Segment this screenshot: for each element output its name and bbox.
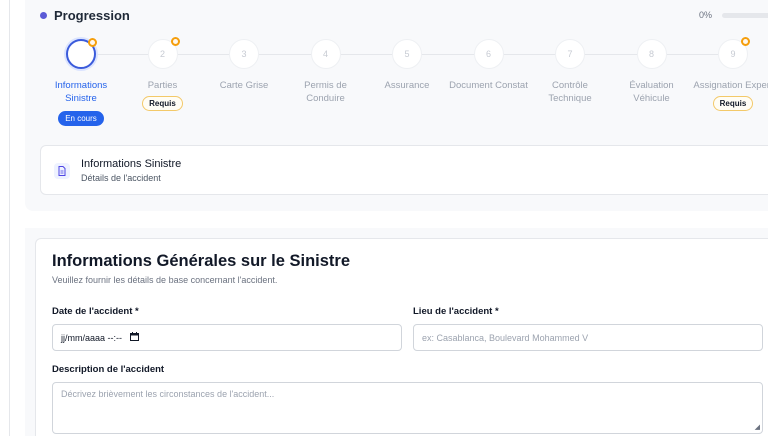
- step-8[interactable]: 8 Évaluation Véhicule: [612, 39, 692, 105]
- step-label: Parties: [147, 80, 178, 91]
- document-icon: [54, 163, 70, 179]
- step-label: Assignation Expert: [693, 80, 768, 91]
- description-textarea[interactable]: Décrivez brièvement les circonstances de…: [52, 382, 763, 434]
- description-label: Description de l'accident: [52, 364, 165, 375]
- step-number: 8: [648, 49, 654, 59]
- step-4[interactable]: 4 Permis de Conduire: [286, 39, 366, 105]
- alert-flag-icon: [88, 38, 97, 47]
- step-label: Carte Grise: [219, 80, 269, 91]
- description-placeholder: Décrivez brièvement les circonstances de…: [61, 389, 275, 399]
- left-sidebar-edge: [0, 0, 10, 436]
- step-7[interactable]: 7 Contrôle Technique: [530, 39, 610, 105]
- step-3[interactable]: 3 Carte Grise: [204, 39, 284, 92]
- step-circle[interactable]: 6: [473, 39, 504, 69]
- step-number: 7: [567, 49, 573, 59]
- step-label: Contrôle Technique: [548, 80, 592, 104]
- step-circle[interactable]: 3: [229, 39, 259, 69]
- step-label: Informations Sinistre: [54, 80, 108, 104]
- current-section-card: Informations Sinistre Détails de l'accid…: [40, 145, 768, 195]
- location-label: Lieu de l'accident *: [413, 306, 499, 317]
- step-6[interactable]: 6 Document Constat: [449, 39, 529, 92]
- alert-flag-icon: [741, 37, 750, 46]
- step-label: Permis de Conduire: [304, 80, 347, 104]
- step-label: Assurance: [384, 80, 430, 91]
- resize-handle-icon[interactable]: ◢: [755, 423, 760, 431]
- step-circle[interactable]: 2: [147, 37, 180, 69]
- progress-percent: 0%: [699, 10, 713, 20]
- step-label: Document Constat: [449, 80, 528, 91]
- form-title: Informations Générales sur le Sinistre: [52, 252, 351, 270]
- step-9[interactable]: 9 Assignation Expert Requis: [693, 37, 768, 111]
- progress-header: Progression: [40, 8, 130, 23]
- date-input[interactable]: jj/mm/aaaa --:--: [52, 324, 402, 351]
- progress-title: Progression: [54, 8, 130, 23]
- step-number: 6: [485, 49, 491, 59]
- location-placeholder: ex: Casablanca, Boulevard Mohammed V: [422, 332, 589, 343]
- calendar-icon[interactable]: [130, 331, 140, 344]
- status-badge: En cours: [58, 111, 104, 126]
- step-circle[interactable]: 8: [636, 39, 667, 69]
- progress-bar: [722, 13, 768, 18]
- step-label: Évaluation Véhicule: [629, 80, 674, 104]
- form-subtitle: Veuillez fournir les détails de base con…: [52, 275, 278, 285]
- step-number: 2: [159, 49, 165, 59]
- step-number: 3: [241, 49, 247, 59]
- step-2[interactable]: 2 Parties Requis: [123, 37, 203, 111]
- date-input-value: jj/mm/aaaa --:--: [61, 332, 123, 343]
- progress-dot-icon: [40, 12, 47, 19]
- step-circle[interactable]: [66, 38, 97, 69]
- date-label: Date de l'accident *: [52, 306, 139, 317]
- step-number: 9: [730, 49, 736, 59]
- step-number: 4: [322, 49, 328, 59]
- step-number: 5: [404, 49, 410, 59]
- required-badge: Requis: [712, 96, 754, 111]
- step-5[interactable]: 5 Assurance: [367, 39, 447, 92]
- step-circle[interactable]: 4: [310, 39, 341, 69]
- step-circle[interactable]: 9: [718, 37, 750, 69]
- alert-flag-icon: [170, 37, 180, 46]
- required-badge: Requis: [142, 96, 183, 111]
- step-circle[interactable]: 5: [392, 39, 422, 69]
- section-subtitle: Détails de l'accident: [81, 173, 161, 183]
- step-1[interactable]: Informations Sinistre En cours: [41, 38, 121, 126]
- step-circle[interactable]: 7: [555, 39, 585, 69]
- section-title: Informations Sinistre: [81, 158, 182, 170]
- location-input[interactable]: ex: Casablanca, Boulevard Mohammed V: [413, 324, 763, 351]
